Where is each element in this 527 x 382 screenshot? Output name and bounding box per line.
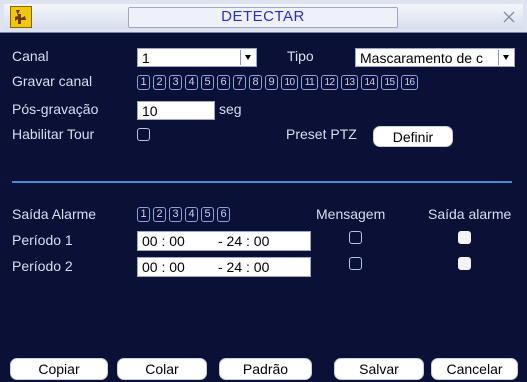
alarm-output-3[interactable]: 3: [169, 207, 182, 222]
alarm-output-1[interactable]: 1: [137, 207, 150, 222]
periodo-2-label: Período 2: [12, 258, 73, 274]
record-channel-11[interactable]: 11: [301, 75, 318, 90]
saida-alarme-header: Saída alarme: [428, 206, 512, 222]
periodo-1-start[interactable]: 00 : 00: [142, 233, 185, 249]
record-channel-13[interactable]: 13: [341, 75, 358, 90]
record-channel-5[interactable]: 5: [201, 75, 214, 90]
record-channel-16[interactable]: 16: [401, 75, 418, 90]
saida-alarme-label: Saída Alarme: [12, 206, 97, 222]
periodo-2-time-range[interactable]: 00 : 00 - 24 : 00: [137, 257, 311, 277]
record-channel-12[interactable]: 12: [321, 75, 338, 90]
pos-gravacao-value: 10: [142, 103, 158, 119]
close-icon[interactable]: [500, 8, 518, 26]
record-channel-4[interactable]: 4: [185, 75, 198, 90]
canal-select[interactable]: 1: [137, 48, 257, 67]
record-channel-1[interactable]: 1: [137, 75, 150, 90]
record-channel-15[interactable]: 15: [381, 75, 398, 90]
periodo-1-mensagem-checkbox[interactable]: [349, 231, 362, 244]
copiar-button[interactable]: Copiar: [10, 358, 108, 380]
canal-value: 1: [142, 50, 150, 66]
record-channel-3[interactable]: 3: [169, 75, 182, 90]
record-channel-6[interactable]: 6: [217, 75, 230, 90]
record-channel-2[interactable]: 2: [153, 75, 166, 90]
salvar-button[interactable]: Salvar: [334, 358, 424, 380]
gravar-canal-label: Gravar canal: [12, 73, 93, 89]
canal-label: Canal: [12, 48, 49, 64]
periodo-2-saida-checkbox[interactable]: [458, 257, 471, 270]
alarm-output-2[interactable]: 2: [153, 207, 166, 222]
definir-button[interactable]: Definir: [373, 126, 453, 147]
habilitar-tour-label: Habilitar Tour: [12, 126, 95, 142]
chevron-down-icon[interactable]: [498, 50, 513, 65]
mensagem-header: Mensagem: [316, 206, 386, 222]
cancelar-button[interactable]: Cancelar: [431, 358, 518, 380]
pos-gravacao-input[interactable]: 10: [137, 101, 215, 120]
window-title: DETECTAR: [221, 8, 305, 25]
periodo-1-end[interactable]: - 24 : 00: [218, 233, 269, 249]
periodo-1-time-range[interactable]: 00 : 00 - 24 : 00: [137, 231, 311, 251]
tipo-value: Mascaramento de c: [360, 50, 483, 66]
chevron-down-icon[interactable]: [240, 50, 255, 65]
title-bar: DETECTAR: [0, 0, 527, 33]
detectar-window: DETECTAR Canal 1 Tipo Mascaramento de c …: [0, 0, 527, 382]
alarm-output-5[interactable]: 5: [201, 207, 214, 222]
pos-gravacao-label: Pós-gravação: [12, 101, 99, 117]
record-channel-10[interactable]: 10: [281, 75, 298, 90]
periodo-2-start[interactable]: 00 : 00: [142, 259, 185, 275]
record-channel-9[interactable]: 9: [265, 75, 278, 90]
tipo-select[interactable]: Mascaramento de c: [355, 48, 515, 67]
colar-button[interactable]: Colar: [117, 358, 207, 380]
record-channel-14[interactable]: 14: [361, 75, 378, 90]
alarm-output-4[interactable]: 4: [185, 207, 198, 222]
pos-gravacao-unit: seg: [219, 101, 242, 117]
padrao-button[interactable]: Padrão: [219, 358, 312, 380]
app-logo-icon: [10, 6, 32, 28]
record-channel-8[interactable]: 8: [249, 75, 262, 90]
tipo-label: Tipo: [287, 48, 314, 64]
periodo-1-saida-checkbox[interactable]: [458, 231, 471, 244]
periodo-2-mensagem-checkbox[interactable]: [349, 257, 362, 270]
preset-ptz-label: Preset PTZ: [286, 126, 357, 142]
periodo-1-label: Período 1: [12, 232, 73, 248]
record-channel-7[interactable]: 7: [233, 75, 246, 90]
alarm-output-6[interactable]: 6: [217, 207, 230, 222]
section-divider: [12, 181, 512, 183]
habilitar-tour-checkbox[interactable]: [137, 128, 150, 141]
periodo-2-end[interactable]: - 24 : 00: [218, 259, 269, 275]
